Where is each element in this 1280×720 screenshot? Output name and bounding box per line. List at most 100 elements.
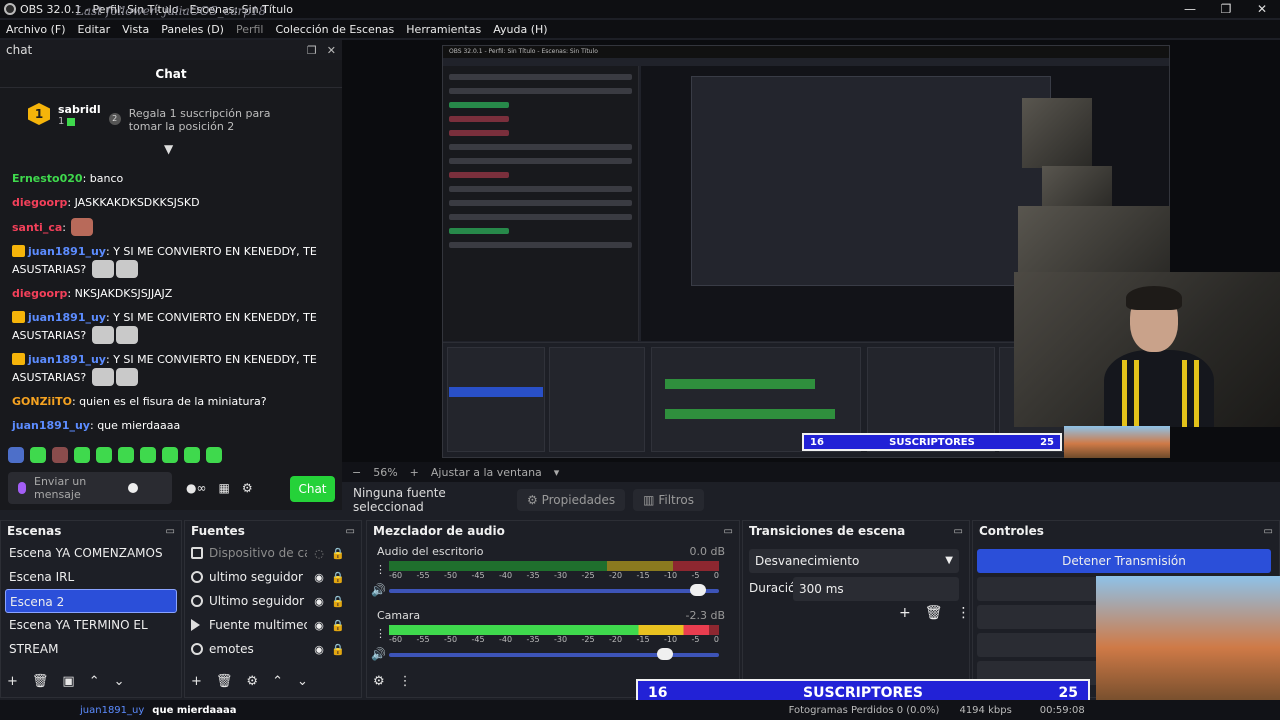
close-icon[interactable]: ✕	[1244, 0, 1280, 18]
menu-ayuda[interactable]: Ayuda (H)	[487, 23, 553, 36]
emote-icon[interactable]	[184, 447, 200, 463]
meter-tick-label: -45	[471, 635, 485, 644]
source-item[interactable]: ultimo seguidor 2 ◉ 🔒	[185, 565, 361, 589]
mixer-menu-icon[interactable]: ⋮	[399, 674, 412, 689]
duration-input[interactable]: 300 ms	[793, 577, 959, 601]
menu-coleccion[interactable]: Colección de Escenas	[270, 23, 401, 36]
source-item[interactable]: emotes ◉ 🔒	[185, 637, 361, 661]
dock-menu-icon[interactable]: ▭	[346, 526, 355, 537]
meter-tick-label: -30	[554, 635, 568, 644]
chat-send-button[interactable]: Chat	[290, 476, 335, 502]
menu-perfil[interactable]: Perfil	[230, 23, 270, 36]
filters-button[interactable]: ▥ Filtros	[633, 489, 704, 511]
mixer-settings-icon[interactable]: ⚙	[373, 674, 385, 689]
chat-dock-title-bar: chat ❐ ✕	[0, 40, 342, 60]
gear-icon[interactable]: ⚙	[246, 674, 258, 689]
scene-item[interactable]: Escena YA TERMINO EL STREAM	[1, 613, 181, 656]
menu-paneles[interactable]: Paneles (D)	[155, 23, 230, 36]
properties-button[interactable]: ⚙ Propiedades	[517, 489, 626, 511]
emote-icon[interactable]	[162, 447, 178, 463]
position-badge: 2	[108, 113, 121, 125]
stream-time: 00:59:08	[1039, 704, 1085, 716]
sources-dock: Fuentes▭ Dispositivo de captu◌🔒 ultimo s…	[184, 520, 362, 698]
camera-icon	[191, 547, 203, 559]
trash-icon[interactable]: 🗑	[32, 674, 49, 689]
transition-select[interactable]: Desvanecimiento ▼	[749, 549, 959, 573]
store-icon[interactable]: ▦	[218, 481, 229, 495]
emote-icon[interactable]	[96, 447, 112, 463]
status-chat-text: que mierdaaaa	[152, 704, 237, 716]
trash-icon[interactable]: 🗑	[216, 674, 233, 689]
chat-message: diegoorp: NKSJAKDKSJSJJAJZ	[12, 287, 173, 300]
menu-archivo[interactable]: Archivo (F)	[0, 23, 72, 36]
chat-message: santi_ca:	[12, 218, 332, 236]
meter-tick-label: -25	[581, 571, 595, 580]
dock-menu-icon[interactable]: ▭	[954, 526, 963, 537]
dock-menu-icon[interactable]: ▭	[1264, 526, 1273, 537]
emote-icon[interactable]	[140, 447, 156, 463]
emote-icon[interactable]	[206, 447, 222, 463]
speaker-icon[interactable]: 🔊	[371, 647, 386, 661]
menu-editar[interactable]: Editar	[72, 23, 117, 36]
eye-icon: ◉	[314, 594, 324, 608]
emote-icon[interactable]	[118, 447, 134, 463]
dock-menu-icon[interactable]: ▭	[166, 526, 175, 537]
dock-menu-icon[interactable]: ▭	[724, 526, 733, 537]
scene-item-selected[interactable]: Escena 2	[5, 589, 177, 613]
volume-slider[interactable]	[389, 648, 719, 660]
stop-stream-button[interactable]: Detener Transmisión	[977, 549, 1271, 573]
cat-emote-icon	[91, 326, 114, 344]
close-dock-icon[interactable]: ✕	[327, 44, 336, 57]
move-up-icon[interactable]: ⌃	[272, 674, 283, 689]
meter-tick-label: -5	[691, 635, 700, 644]
menu-vista[interactable]: Vista	[116, 23, 155, 36]
sub-badge-icon	[12, 311, 25, 323]
emote-icon[interactable]	[8, 447, 24, 463]
zoom-level: 56%	[373, 465, 398, 479]
emote-icon[interactable]	[74, 447, 90, 463]
chevron-down-icon[interactable]: ▾	[554, 466, 560, 479]
collapse-arrow-icon[interactable]: ▼	[164, 142, 173, 156]
menu-herramientas[interactable]: Herramientas	[400, 23, 487, 36]
gift-count: 1	[58, 116, 65, 127]
add-icon[interactable]: +	[899, 605, 911, 621]
fit-window[interactable]: Ajustar a la ventana	[431, 466, 542, 479]
chat-input-placeholder: Enviar un mensaje	[34, 475, 87, 501]
source-item[interactable]: Ultimo seguidor etc◉🔒	[185, 589, 361, 613]
zoom-out-icon[interactable]: −	[352, 466, 361, 479]
speaker-icon[interactable]: 🔊	[371, 583, 386, 597]
streamer-figure	[1104, 286, 1214, 427]
trash-icon[interactable]: 🗑	[925, 605, 943, 621]
mic-icon[interactable]	[18, 482, 26, 494]
preview-canvas[interactable]: OBS 32.0.1 - Perfil: Sin Título - Escena…	[342, 40, 1280, 462]
move-down-icon[interactable]: ⌄	[114, 674, 125, 689]
chat-message: juan1891_uy: Y SI ME CONVIERTO EN KENEDD…	[12, 353, 317, 386]
maximize-icon[interactable]: ❐	[1208, 0, 1244, 18]
minimize-icon[interactable]: —	[1172, 0, 1208, 18]
float-dock-icon[interactable]: ❐	[307, 44, 317, 57]
menu-dots-icon[interactable]: ⋮	[957, 605, 971, 621]
pinned-gifter: 1 sabridl 1 2 Regala 1 suscripción para …	[28, 103, 299, 133]
source-item[interactable]: Dispositivo de captu◌🔒	[185, 541, 361, 565]
source-item[interactable]: Fuente multimedia 4◉🔒	[185, 613, 361, 637]
chat-input[interactable]: Enviar un mensaje	[8, 472, 172, 504]
scene-item[interactable]: Escena YA COMENZAMOS	[1, 541, 181, 565]
emote-icon[interactable]	[52, 447, 68, 463]
scene-item[interactable]: Escena IRL	[1, 565, 181, 589]
emote-icon[interactable]	[30, 447, 46, 463]
channel-menu-icon[interactable]: ⋮	[375, 563, 386, 576]
points-icon[interactable]: ●∞	[186, 481, 206, 495]
cat-emote-icon	[115, 368, 138, 386]
volume-meter	[389, 561, 719, 571]
settings-gear-icon[interactable]: ⚙	[242, 481, 253, 495]
zoom-in-icon[interactable]: +	[410, 466, 419, 479]
lock-icon: 🔒	[331, 546, 345, 560]
add-icon[interactable]: +	[191, 674, 202, 689]
add-icon[interactable]: +	[7, 674, 18, 689]
volume-slider[interactable]	[389, 584, 719, 596]
move-down-icon[interactable]: ⌄	[297, 674, 308, 689]
filter-icon[interactable]: ▣	[62, 674, 74, 689]
move-up-icon[interactable]: ⌃	[89, 674, 100, 689]
emoji-icon[interactable]	[128, 483, 138, 493]
channel-menu-icon[interactable]: ⋮	[375, 627, 386, 640]
